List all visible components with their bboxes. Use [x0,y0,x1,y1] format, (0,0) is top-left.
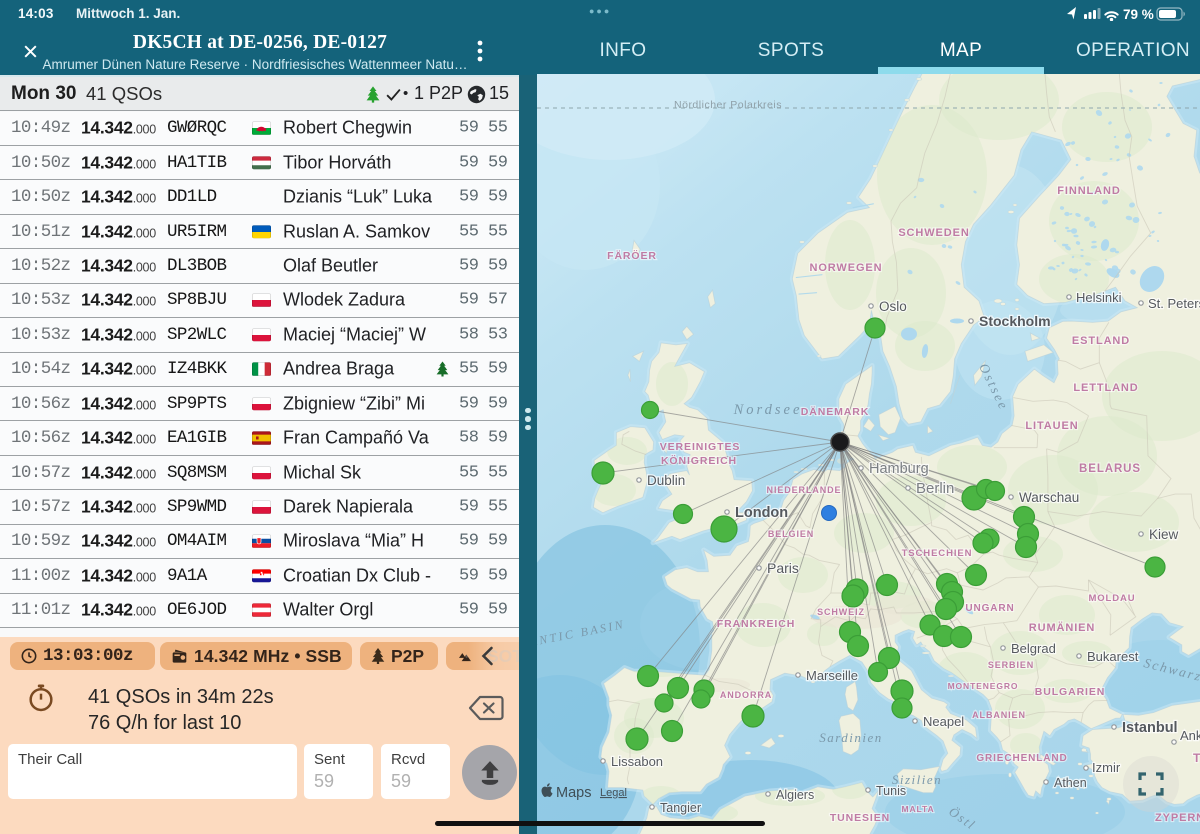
svg-text:Dublin: Dublin [647,473,685,488]
svg-text:Maps: Maps [556,785,591,801]
svg-text:Nördlicher Polarkreis: Nördlicher Polarkreis [674,99,782,111]
svg-text:Lissabon: Lissabon [611,754,663,769]
svg-text:Anka: Anka [1180,728,1200,743]
svg-text:FINNLAND: FINNLAND [1057,185,1120,197]
svg-text:FRANKREICH: FRANKREICH [717,618,795,630]
svg-text:TÜ: TÜ [1193,750,1200,765]
svg-text:MONTENEGRO: MONTENEGRO [948,681,1019,691]
svg-text:DÄNEMARK: DÄNEMARK [801,405,869,418]
svg-text:SCHWEIZ: SCHWEIZ [817,607,865,617]
svg-text:KÖNIGREICH: KÖNIGREICH [661,454,737,467]
svg-text:Kiew: Kiew [1149,527,1179,542]
svg-text:BULGARIEN: BULGARIEN [1035,686,1106,698]
svg-text:LITAUEN: LITAUEN [1025,420,1078,432]
svg-text:Oslo: Oslo [879,299,907,314]
svg-text:Sardinien: Sardinien [819,730,883,745]
svg-text:FÄRÖER: FÄRÖER [607,249,657,262]
svg-text:MOLDAU: MOLDAU [1088,593,1135,604]
svg-text:Athen: Athen [1054,776,1087,790]
svg-text:SCHWEDEN: SCHWEDEN [898,227,969,239]
svg-text:GRIECHENLAND: GRIECHENLAND [976,753,1067,764]
svg-text:RUMÄNIEN: RUMÄNIEN [1029,621,1095,634]
svg-text:NORWEGEN: NORWEGEN [809,262,882,274]
svg-text:ANDORRA: ANDORRA [720,690,772,700]
svg-text:NIEDERLANDE: NIEDERLANDE [767,485,842,495]
svg-text:Berlin: Berlin [916,480,954,497]
svg-text:St. Petersb: St. Petersb [1148,296,1200,311]
svg-text:ZYPERN: ZYPERN [1155,812,1200,824]
svg-text:MALTA: MALTA [902,804,935,814]
svg-text:BELGIEN: BELGIEN [768,529,814,539]
svg-text:ESTLAND: ESTLAND [1072,335,1130,347]
svg-text:TSCHECHIEN: TSCHECHIEN [902,548,973,559]
svg-text:Izmir: Izmir [1092,760,1121,775]
svg-text:Helsinki: Helsinki [1076,290,1122,305]
svg-text:London: London [735,505,788,521]
svg-text:Istanbul: Istanbul [1122,720,1178,736]
svg-text:UNGARN: UNGARN [965,603,1014,614]
svg-text:LETTLAND: LETTLAND [1073,382,1138,394]
svg-text:Stockholm: Stockholm [979,313,1051,329]
svg-text:SERBIEN: SERBIEN [988,660,1034,670]
svg-text:Neapel: Neapel [923,714,964,729]
svg-text:VEREINIGTES: VEREINIGTES [660,441,741,453]
svg-text:TUNESIEN: TUNESIEN [830,812,890,824]
svg-text:Tangier: Tangier [660,801,701,815]
svg-text:Paris: Paris [767,560,799,576]
svg-text:Sizilien: Sizilien [892,772,942,787]
svg-text:Bukarest: Bukarest [1087,649,1139,664]
svg-text:Hamburg: Hamburg [869,461,929,477]
svg-text:Belgrad: Belgrad [1011,641,1056,656]
svg-text:Warschau: Warschau [1019,490,1079,505]
svg-text:BELARUS: BELARUS [1079,463,1141,475]
svg-text:Algiers: Algiers [776,788,814,802]
svg-text:ALBANIEN: ALBANIEN [972,710,1026,720]
svg-text:Nordsee: Nordsee [733,402,803,418]
svg-text:Legal: Legal [600,787,627,799]
svg-text:Marseille: Marseille [806,668,858,683]
